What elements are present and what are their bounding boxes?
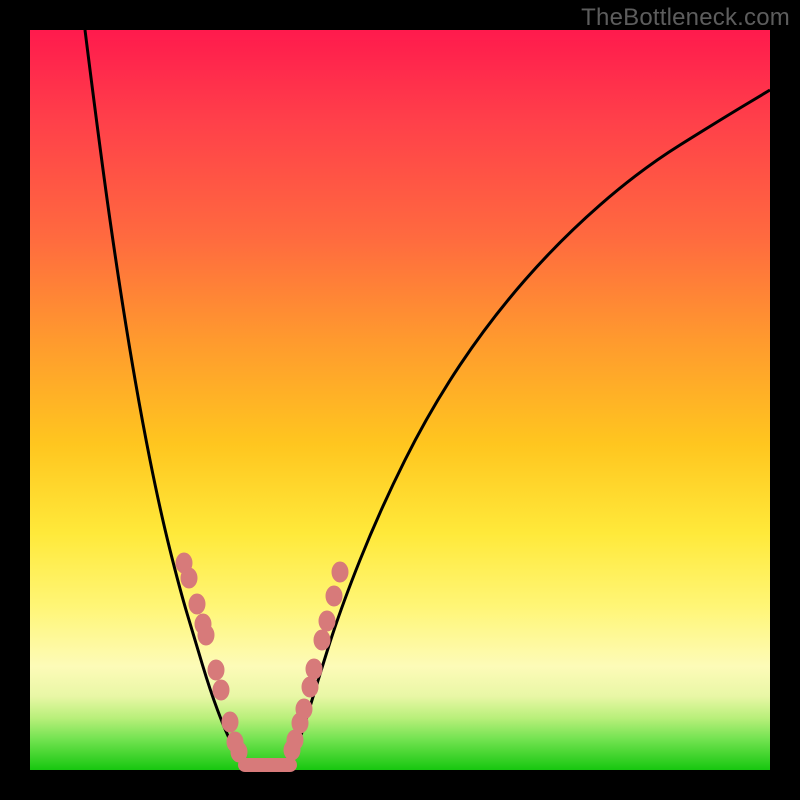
marker-dot (319, 611, 335, 631)
curve-left-branch (85, 30, 245, 765)
marker-dot (326, 586, 342, 606)
marker-dot (181, 568, 197, 588)
marker-dot (198, 625, 214, 645)
watermark-text: TheBottleneck.com (581, 4, 790, 32)
chart-frame: TheBottleneck.com (0, 0, 800, 800)
curve-right-branch (290, 90, 770, 765)
markers-left (176, 553, 247, 762)
marker-dot (332, 562, 348, 582)
marker-dot (306, 659, 322, 679)
marker-dot (302, 677, 318, 697)
marker-dot (231, 742, 247, 762)
markers-right (284, 562, 348, 760)
marker-dot (208, 660, 224, 680)
marker-dot (213, 680, 229, 700)
marker-dot (296, 699, 312, 719)
plot-area (30, 30, 770, 770)
marker-dot (314, 630, 330, 650)
marker-dot (189, 594, 205, 614)
chart-svg (30, 30, 770, 770)
marker-dot (222, 712, 238, 732)
